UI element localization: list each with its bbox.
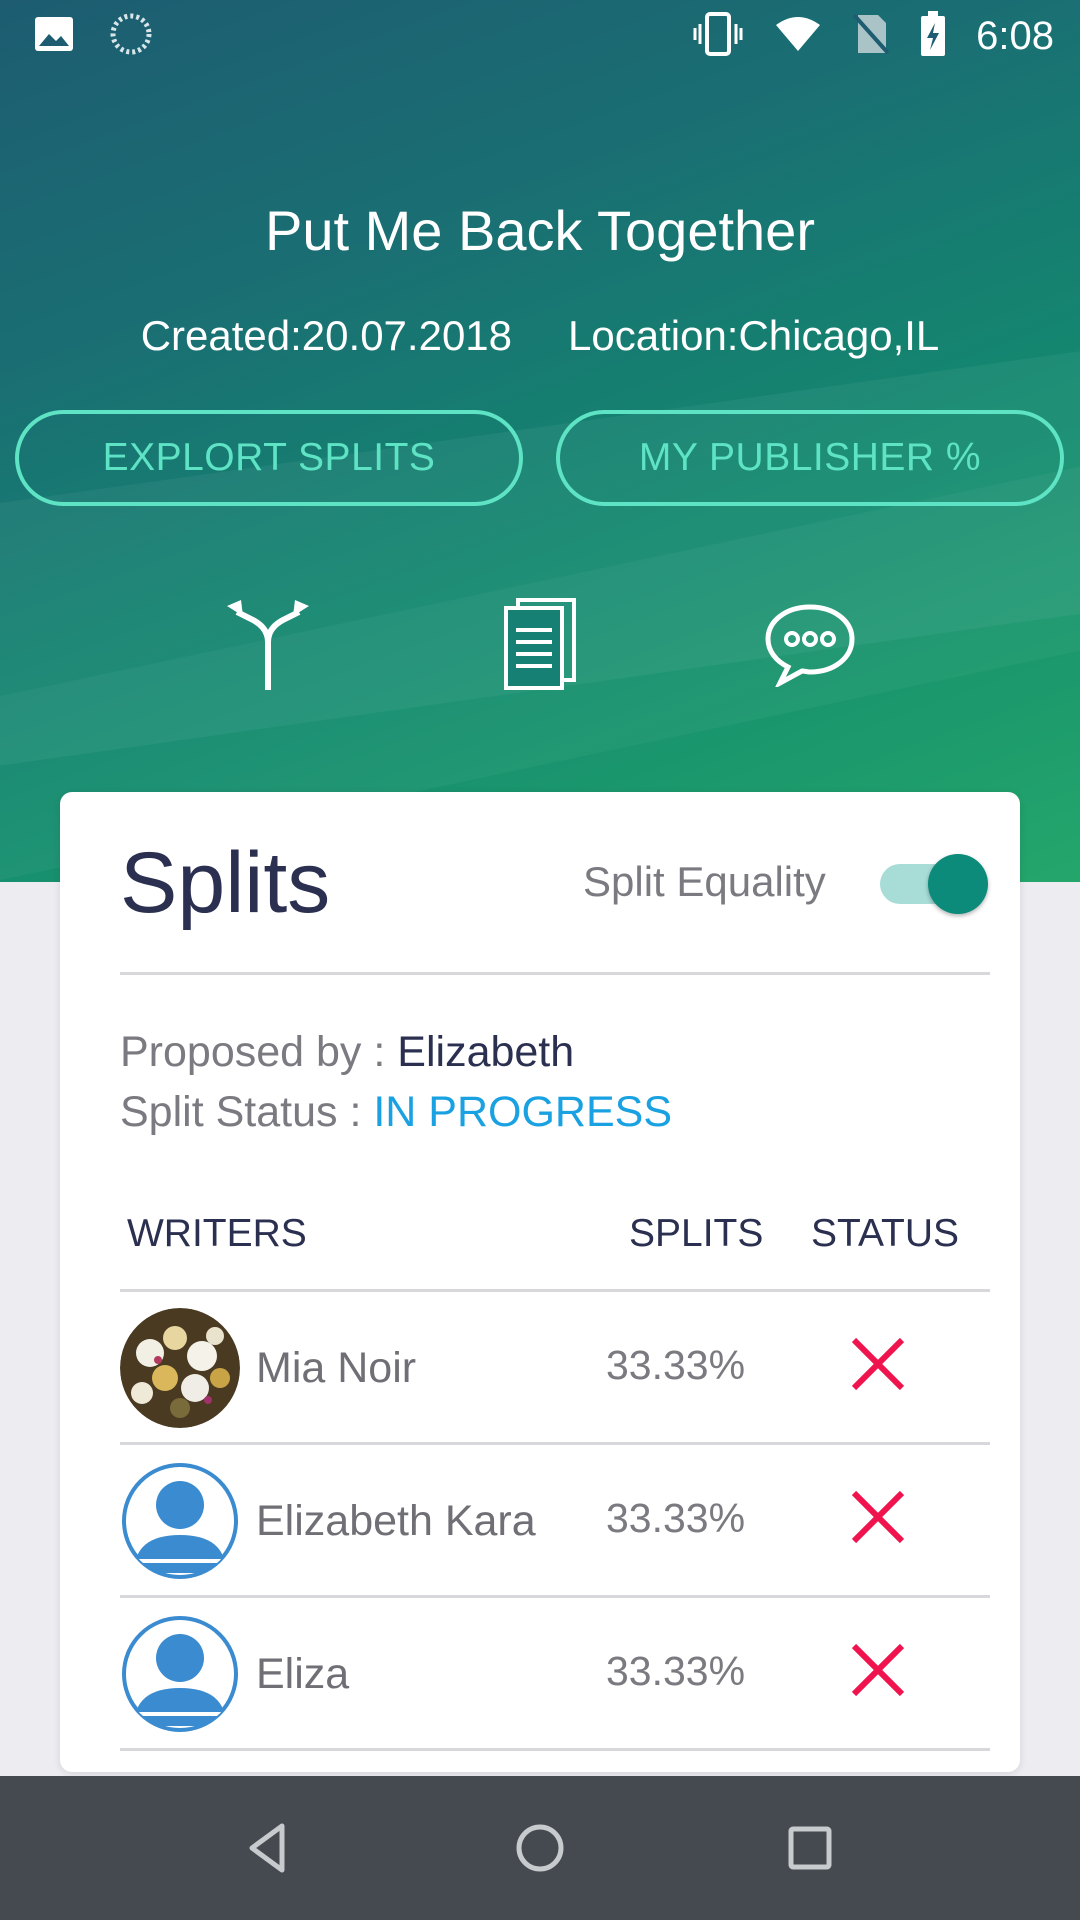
split-status-line: Split Status : IN PROGRESS — [120, 1088, 672, 1137]
proposed-by-label: Proposed by : — [120, 1028, 398, 1076]
rejected-x-icon[interactable] — [848, 1334, 908, 1394]
image-icon — [34, 16, 74, 57]
table-row[interactable]: Mia Noir 33.33% — [120, 1292, 990, 1445]
split-percentage: 33.33% — [606, 1648, 746, 1694]
sync-spinner-icon — [110, 13, 152, 60]
battery-charging-icon — [920, 10, 946, 62]
split-percentage: 33.33% — [606, 1495, 746, 1541]
avatar-photo — [120, 1308, 240, 1428]
row-divider — [120, 1748, 990, 1751]
song-title: Put Me Back Together — [265, 199, 815, 262]
table-row[interactable]: Eliza 33.33% — [120, 1598, 990, 1751]
system-nav-bar — [0, 1776, 1080, 1920]
no-sim-icon — [852, 13, 890, 60]
split-status-label: Split Status : — [120, 1088, 374, 1136]
status-bar: 6:08 — [0, 0, 1080, 72]
my-publisher-button[interactable]: MY PUBLISHER % — [556, 410, 1064, 506]
writer-name: Mia Noir — [256, 1344, 417, 1392]
vibrate-icon — [692, 11, 744, 61]
created-date: Created:20.07.2018 — [140, 312, 513, 359]
column-header-status: STATUS — [811, 1212, 960, 1255]
column-header-writers: WRITERS — [127, 1212, 307, 1255]
toggle-thumb — [928, 854, 988, 914]
home-icon[interactable] — [508, 1816, 572, 1880]
split-equality-label: Split Equality — [583, 858, 826, 905]
split-arrows-icon[interactable] — [218, 594, 318, 694]
split-percentage: 33.33% — [606, 1342, 746, 1388]
recents-icon[interactable] — [778, 1816, 842, 1880]
writer-name: Elizabeth Kara — [256, 1497, 536, 1545]
location: Location:Chicago,IL — [568, 312, 940, 359]
rejected-x-icon[interactable] — [848, 1487, 908, 1547]
documents-icon[interactable] — [490, 594, 590, 694]
wifi-icon — [774, 15, 822, 58]
splits-card: Splits Split Equality Proposed by : Eliz… — [60, 792, 1020, 1772]
song-meta: Created:20.07.2018 Location:Chicago,IL — [0, 312, 1080, 360]
proposed-by-line: Proposed by : Elizabeth — [120, 1028, 574, 1077]
explort-splits-button[interactable]: EXPLORT SPLITS — [15, 410, 523, 506]
column-header-splits: SPLITS — [629, 1212, 764, 1255]
app-screen: 6:08 Put Me Back Together Created:20.07.… — [0, 0, 1080, 1920]
back-icon[interactable] — [238, 1816, 302, 1880]
avatar-default — [120, 1461, 240, 1581]
card-title: Splits — [120, 835, 331, 931]
card-divider — [120, 972, 990, 975]
split-equality-toggle[interactable] — [876, 850, 994, 914]
table-row[interactable]: Elizabeth Kara 33.33% — [120, 1445, 990, 1598]
writer-name: Eliza — [256, 1650, 350, 1698]
split-status-value: IN PROGRESS — [373, 1088, 673, 1136]
chat-bubble-icon[interactable] — [760, 594, 860, 694]
avatar-default — [120, 1614, 240, 1734]
clock-time: 6:08 — [976, 13, 1054, 58]
proposed-by-value: Elizabeth — [397, 1028, 575, 1076]
rejected-x-icon[interactable] — [848, 1640, 908, 1700]
